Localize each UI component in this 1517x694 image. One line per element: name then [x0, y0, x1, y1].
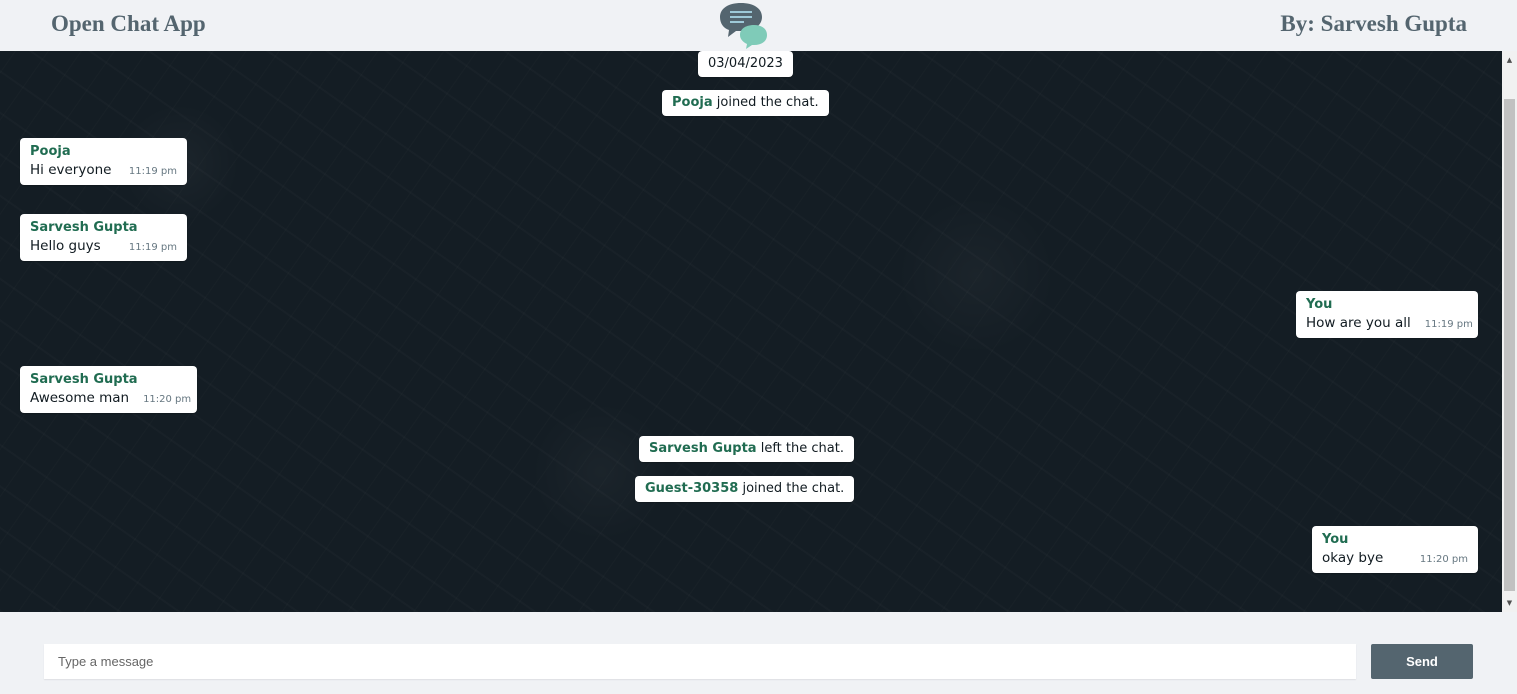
chat-bubbles-icon [720, 3, 767, 49]
message-text: Hello guys [30, 238, 101, 254]
event-user: Pooja [672, 95, 713, 110]
event-user: Sarvesh Gupta [649, 441, 757, 456]
message-sender: Sarvesh Gupta [30, 220, 138, 235]
message-sender: You [1322, 532, 1349, 547]
message-text: How are you all [1306, 315, 1411, 331]
message-text: Awesome man [30, 390, 130, 406]
message-sender: Pooja [30, 144, 71, 159]
event-action: joined the chat. [742, 481, 845, 496]
scroll-up-arrow-icon[interactable]: ▲ [1502, 53, 1517, 67]
message-bubble-own: You How are you all 11:19 pm [1296, 291, 1478, 338]
author-credit: By: Sarvesh Gupta [1280, 11, 1467, 36]
chat-scrollbar[interactable]: ▲ ▼ [1502, 51, 1517, 612]
send-button[interactable]: Send [1371, 644, 1473, 679]
message-sender: Sarvesh Gupta [30, 372, 138, 387]
app-title: Open Chat App [51, 11, 206, 36]
message-text: Hi everyone [30, 162, 112, 178]
event-user: Guest-30358 [645, 481, 739, 496]
event-action: joined the chat. [716, 95, 819, 110]
date-label: 03/04/2023 [708, 56, 783, 71]
chat-messages-area[interactable]: 03/04/2023 Pooja joined the chat. Pooja … [0, 51, 1502, 612]
message-input[interactable] [44, 644, 1356, 679]
scroll-down-arrow-icon[interactable]: ▼ [1502, 596, 1517, 610]
message-time: 11:20 pm [143, 394, 192, 405]
system-event: Guest-30358 joined the chat. [635, 476, 855, 502]
date-divider: 03/04/2023 [698, 51, 793, 77]
message-bubble: Pooja Hi everyone 11:19 pm [20, 138, 187, 185]
message-time: 11:19 pm [1424, 319, 1473, 330]
message-text: okay bye [1322, 550, 1384, 566]
message-sender: You [1306, 297, 1333, 312]
message-bubble: Sarvesh Gupta Hello guys 11:19 pm [20, 214, 187, 261]
scrollbar-thumb[interactable] [1504, 99, 1515, 591]
event-action: left the chat. [760, 441, 844, 456]
message-time: 11:20 pm [1419, 554, 1468, 565]
system-event: Sarvesh Gupta left the chat. [639, 436, 854, 462]
message-time: 11:19 pm [128, 166, 177, 177]
app-header: Open Chat App By: Sarvesh Gupta [0, 0, 1517, 51]
system-event: Pooja joined the chat. [662, 90, 829, 116]
message-bubble: Sarvesh Gupta Awesome man 11:20 pm [20, 366, 197, 413]
message-bubble-own: You okay bye 11:20 pm [1312, 526, 1478, 573]
message-time: 11:19 pm [128, 242, 177, 253]
